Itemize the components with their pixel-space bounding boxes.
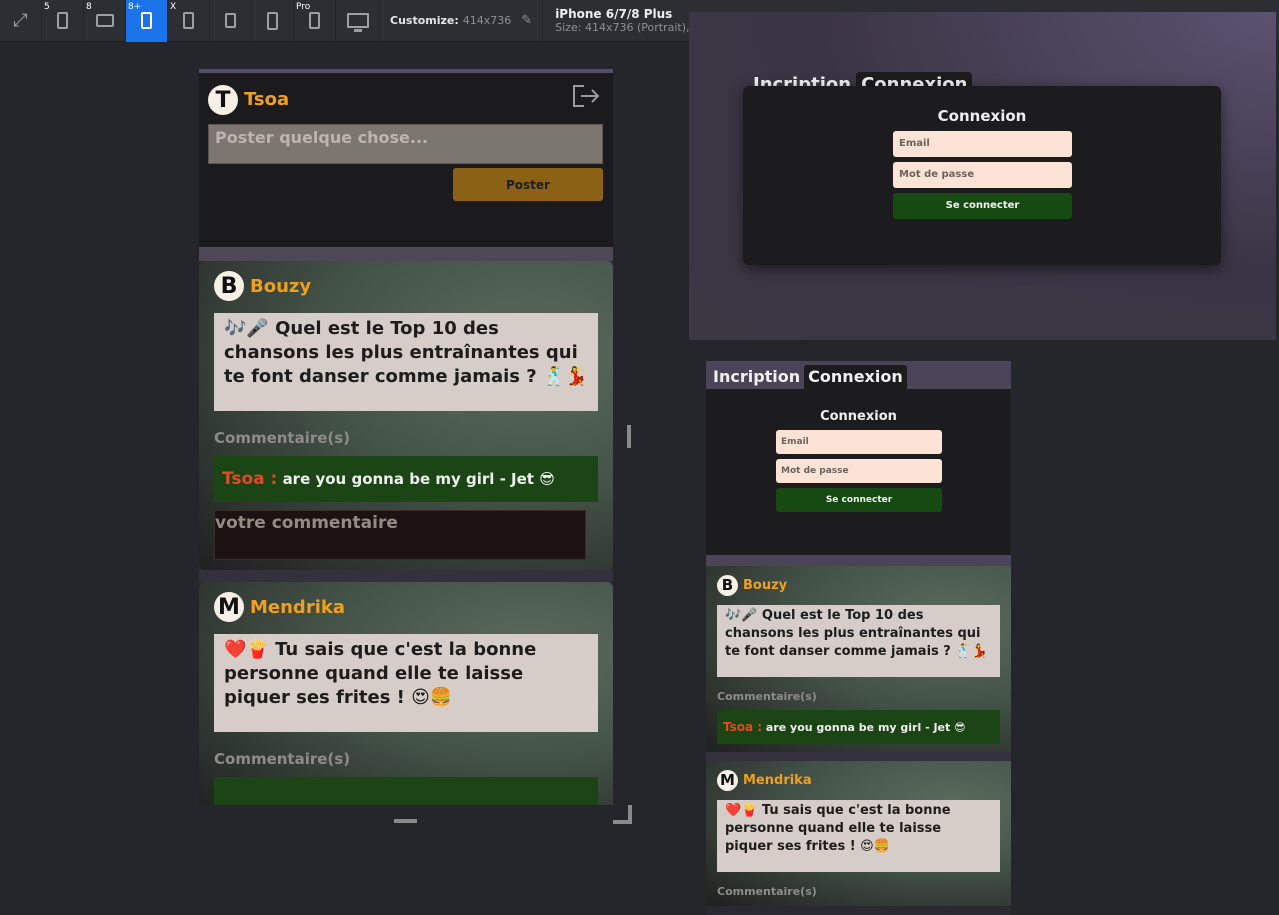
device-badge: Pro <box>296 1 311 12</box>
comment-text: are you gonna be my girl - Jet 😎 <box>282 470 555 488</box>
device-info: iPhone 6/7/8 Plus Size: 414x736 (Portrai… <box>543 7 689 34</box>
resize-handle-right[interactable] <box>627 425 631 448</box>
divider <box>706 752 1011 761</box>
device-button-5[interactable]: 5 <box>42 0 84 42</box>
phone-icon <box>225 13 236 28</box>
comment-author: Tsoa : <box>222 469 278 489</box>
resize-handle-corner[interactable] <box>613 805 632 824</box>
post-content: 🎶🎤 Quel est le Top 10 des chansons les p… <box>717 605 1000 677</box>
tab-inscription[interactable]: Incription <box>709 365 804 389</box>
device-button-8[interactable]: 8 <box>84 0 126 42</box>
form-title: Connexion <box>820 409 897 424</box>
preview-mobile: Incription Connexion Connexion Email Mot… <box>706 361 1011 915</box>
email-field[interactable]: Email <box>893 131 1072 157</box>
post-content: 🎶🎤 Quel est le Top 10 des chansons les p… <box>214 313 598 411</box>
post-button[interactable]: Poster <box>453 168 603 201</box>
comments-title: Commentaire(s) <box>214 429 351 447</box>
post-author: Mendrika <box>743 772 812 788</box>
tab-connexion[interactable]: Connexion <box>804 365 907 389</box>
phone-icon <box>267 11 278 30</box>
device-size: Size: 414x736 (Portrait), <box>555 21 690 34</box>
comment <box>214 777 598 805</box>
comment-text: are you gonna be my girl - Jet 😎 <box>765 721 966 734</box>
device-button-6[interactable] <box>252 0 294 42</box>
device-button-8plus[interactable]: 8+ <box>126 0 168 42</box>
post-input[interactable]: Poster quelque chose... <box>208 124 603 164</box>
post-content: ❤️🍟 Tu sais que c'est la bonne personne … <box>214 634 598 732</box>
device-button-x[interactable]: X <box>168 0 210 42</box>
customize-label: Customize: <box>390 14 459 27</box>
post-card: M Mendrika ❤️🍟 Tu sais que c'est la bonn… <box>706 761 1011 906</box>
comments-title: Commentaire(s) <box>717 885 817 898</box>
form-title: Connexion <box>937 107 1027 125</box>
device-button-5[interactable] <box>210 0 252 42</box>
device-button-desktop[interactable] <box>336 0 380 42</box>
phone-icon <box>57 12 68 29</box>
login-button[interactable]: Se connecter <box>893 193 1072 219</box>
device-badge: X <box>170 1 177 12</box>
post-composer: T Tsoa Poster quelque chose... Poster <box>199 73 613 247</box>
post-card: B Bouzy 🎶🎤 Quel est le Top 10 des chanso… <box>199 261 613 570</box>
post-card: B Bouzy 🎶🎤 Quel est le Top 10 des chanso… <box>706 566 1011 752</box>
divider <box>199 570 613 582</box>
current-username: Tsoa <box>244 89 290 110</box>
post-author: Bouzy <box>250 275 312 297</box>
email-field[interactable]: Email <box>776 430 942 454</box>
device-badge: 8+ <box>128 1 142 12</box>
device-name: iPhone 6/7/8 Plus <box>555 7 673 21</box>
phone-viewport: T Tsoa Poster quelque chose... Poster B … <box>199 69 613 805</box>
avatar: B <box>717 574 738 596</box>
comment: Tsoa : are you gonna be my girl - Jet 😎 <box>717 710 1000 744</box>
comment: Tsoa : are you gonna be my girl - Jet 😎 <box>214 456 598 502</box>
resize-handle-bottom[interactable] <box>394 819 417 823</box>
login-button[interactable]: Se connecter <box>776 488 942 512</box>
tablet-icon <box>95 14 114 27</box>
edit-icon[interactable]: ✎ <box>521 13 532 28</box>
monitor-icon <box>346 13 369 32</box>
post-author: Mendrika <box>250 596 345 618</box>
customize-size[interactable]: Customize: 414x736 ✎ <box>380 0 544 42</box>
comment-input[interactable]: votre commentaire <box>214 510 586 560</box>
divider <box>706 555 1011 566</box>
avatar: M <box>214 592 244 622</box>
avatar: T <box>208 85 238 115</box>
phone-icon <box>309 12 320 29</box>
post-content: ❤️🍟 Tu sais que c'est la bonne personne … <box>717 800 1000 872</box>
expand-icon: ⤢ <box>13 10 28 31</box>
password-field[interactable]: Mot de passe <box>776 459 942 483</box>
auth-tabs: Incription Connexion <box>706 361 1011 389</box>
preview-desktop: Incription Connexion Connexion Email Mot… <box>689 12 1276 340</box>
customize-value: 414x736 <box>462 14 512 27</box>
avatar: M <box>717 769 738 791</box>
login-form: Connexion Email Mot de passe Se connecte… <box>743 86 1221 265</box>
password-field[interactable]: Mot de passe <box>893 162 1072 188</box>
device-badge: 8 <box>86 1 92 12</box>
expand-button[interactable]: ⤢ <box>0 0 42 42</box>
comments-title: Commentaire(s) <box>717 690 817 703</box>
post-author: Bouzy <box>743 577 788 593</box>
divider <box>199 247 613 261</box>
phone-icon <box>183 12 194 29</box>
avatar: B <box>214 271 244 301</box>
post-card: M Mendrika ❤️🍟 Tu sais que c'est la bonn… <box>199 582 613 805</box>
comments-title: Commentaire(s) <box>214 750 351 768</box>
login-form: Connexion Email Mot de passe Se connecte… <box>706 389 1011 555</box>
device-badge: 5 <box>44 1 50 12</box>
phone-icon <box>141 12 152 29</box>
logout-icon[interactable] <box>571 83 601 109</box>
comment-author: Tsoa : <box>723 720 763 734</box>
device-button-pro[interactable]: Pro <box>294 0 336 42</box>
